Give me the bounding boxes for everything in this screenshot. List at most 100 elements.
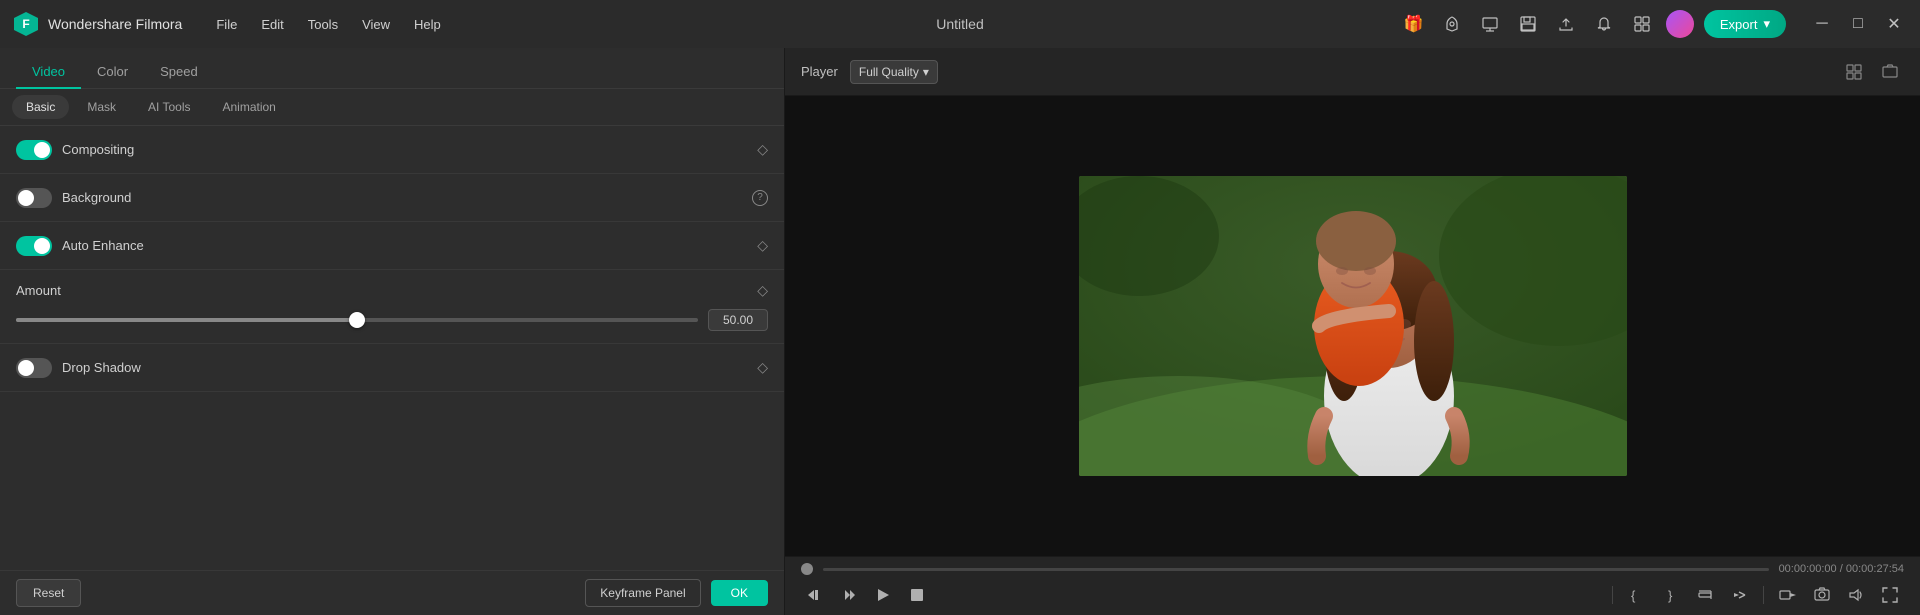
amount-value[interactable]: 50.00 xyxy=(708,309,768,331)
photo-background xyxy=(1079,176,1627,476)
window-controls: ─ □ ✕ xyxy=(1808,10,1908,38)
close-button[interactable]: ✕ xyxy=(1880,10,1908,38)
grid-view-icon[interactable] xyxy=(1840,58,1868,86)
video-preview xyxy=(785,96,1920,556)
compositing-label: Compositing xyxy=(62,142,757,157)
compositing-toggle-thumb xyxy=(34,142,50,158)
sub-tab-animation[interactable]: Animation xyxy=(208,95,289,119)
menu-edit[interactable]: Edit xyxy=(251,13,293,36)
progress-bar-row: 00:00:00:00 / 00:00:27:54 xyxy=(801,563,1904,575)
window-title: Untitled xyxy=(936,16,983,32)
title-bar: F Wondershare Filmora File Edit Tools Vi… xyxy=(0,0,1920,48)
avatar[interactable] xyxy=(1666,10,1694,38)
bell-icon[interactable] xyxy=(1590,10,1618,38)
auto-enhance-toggle-thumb xyxy=(34,238,50,254)
grid-icon[interactable] xyxy=(1628,10,1656,38)
tab-speed[interactable]: Speed xyxy=(144,56,214,89)
svg-text:F: F xyxy=(22,17,29,31)
play-slow-button[interactable] xyxy=(835,581,863,609)
tab-video[interactable]: Video xyxy=(16,56,81,89)
snapshot-button[interactable] xyxy=(1808,581,1836,609)
save-icon[interactable] xyxy=(1514,10,1542,38)
ok-button[interactable]: OK xyxy=(711,580,768,606)
mark-out-button[interactable]: } xyxy=(1657,581,1685,609)
quality-value: Full Quality xyxy=(859,65,919,79)
play-button[interactable] xyxy=(869,581,897,609)
minimize-button[interactable]: ─ xyxy=(1808,10,1836,38)
background-help-icon[interactable]: ? xyxy=(752,190,768,206)
menu-bar: File Edit Tools View Help xyxy=(206,13,1400,36)
forward-button[interactable] xyxy=(1725,581,1753,609)
rocket-icon[interactable] xyxy=(1438,10,1466,38)
gift-icon[interactable]: 🎁 xyxy=(1400,10,1428,38)
sub-tab-basic[interactable]: Basic xyxy=(12,95,69,119)
reset-button[interactable]: Reset xyxy=(16,579,81,607)
drop-shadow-toggle[interactable] xyxy=(16,358,52,378)
app-name: Wondershare Filmora xyxy=(48,16,182,32)
current-time: 00:00:00:00 xyxy=(1779,563,1837,575)
quality-chevron-icon: ▾ xyxy=(923,65,929,79)
menu-view[interactable]: View xyxy=(352,13,400,36)
amount-label: Amount xyxy=(16,283,757,298)
controls-row: { } xyxy=(801,581,1904,609)
compositing-section: Compositing ◇ xyxy=(0,126,784,174)
mark-in-button[interactable]: { xyxy=(1623,581,1651,609)
app-logo-icon: F xyxy=(12,10,40,38)
app-logo: F Wondershare Filmora xyxy=(12,10,182,38)
auto-enhance-keyframe-icon[interactable]: ◇ xyxy=(757,237,768,254)
drop-shadow-toggle-thumb xyxy=(18,360,34,376)
export-button[interactable]: Export ▾ xyxy=(1704,10,1786,38)
menu-file[interactable]: File xyxy=(206,13,247,36)
background-label: Background xyxy=(62,190,746,205)
total-time: 00:00:27:54 xyxy=(1846,563,1904,575)
drop-shadow-section: Drop Shadow ◇ xyxy=(0,344,784,392)
amount-slider-thumb[interactable] xyxy=(349,312,365,328)
trim-button[interactable] xyxy=(1691,581,1719,609)
volume-button[interactable] xyxy=(1842,581,1870,609)
fullscreen-button[interactable] xyxy=(1876,581,1904,609)
time-separator: / xyxy=(1840,563,1843,575)
drop-shadow-keyframe-icon[interactable]: ◇ xyxy=(757,359,768,376)
save-to-device-icon[interactable] xyxy=(1476,10,1504,38)
left-panel: Video Color Speed Basic Mask AI Tools An… xyxy=(0,48,785,615)
amount-keyframe-icon[interactable]: ◇ xyxy=(757,282,768,299)
sub-tab-ai-tools[interactable]: AI Tools xyxy=(134,95,204,119)
background-toggle-thumb xyxy=(18,190,34,206)
sub-tabs: Basic Mask AI Tools Animation xyxy=(0,89,784,126)
drop-shadow-label: Drop Shadow xyxy=(62,360,757,375)
auto-enhance-toggle[interactable] xyxy=(16,236,52,256)
amount-slider-fill xyxy=(16,318,357,322)
player-header-controls xyxy=(1840,58,1904,86)
background-toggle[interactable] xyxy=(16,188,52,208)
stop-button[interactable] xyxy=(903,581,931,609)
compositing-keyframe-icon[interactable]: ◇ xyxy=(757,141,768,158)
controls-divider-1 xyxy=(1612,586,1613,604)
menu-help[interactable]: Help xyxy=(404,13,451,36)
playhead-dot[interactable] xyxy=(801,563,813,575)
screenshot-icon[interactable] xyxy=(1876,58,1904,86)
amount-slider-track[interactable] xyxy=(16,318,698,322)
keyframe-panel-button[interactable]: Keyframe Panel xyxy=(585,579,700,607)
progress-track[interactable] xyxy=(823,568,1769,571)
svg-text:{: { xyxy=(1631,588,1636,603)
amount-section: Amount ◇ 50.00 xyxy=(0,270,784,344)
panel-footer: Reset Keyframe Panel OK xyxy=(0,570,784,615)
main-tabs: Video Color Speed xyxy=(0,48,784,89)
quality-select[interactable]: Full Quality ▾ xyxy=(850,60,938,84)
step-back-button[interactable] xyxy=(801,581,829,609)
preview-image xyxy=(1079,176,1627,476)
svg-text:}: } xyxy=(1668,588,1673,603)
upload-icon[interactable] xyxy=(1552,10,1580,38)
amount-slider-container: 50.00 xyxy=(16,309,768,331)
maximize-button[interactable]: □ xyxy=(1844,10,1872,38)
sub-tab-mask[interactable]: Mask xyxy=(73,95,130,119)
auto-enhance-section: Auto Enhance ◇ xyxy=(0,222,784,270)
menu-tools[interactable]: Tools xyxy=(298,13,348,36)
tab-color[interactable]: Color xyxy=(81,56,144,89)
add-to-timeline-button[interactable] xyxy=(1774,581,1802,609)
background-section: Background ? xyxy=(0,174,784,222)
compositing-toggle[interactable] xyxy=(16,140,52,160)
player-header: Player Full Quality ▾ xyxy=(785,48,1920,96)
right-panel: Player Full Quality ▾ xyxy=(785,48,1920,615)
auto-enhance-label: Auto Enhance xyxy=(62,238,757,253)
